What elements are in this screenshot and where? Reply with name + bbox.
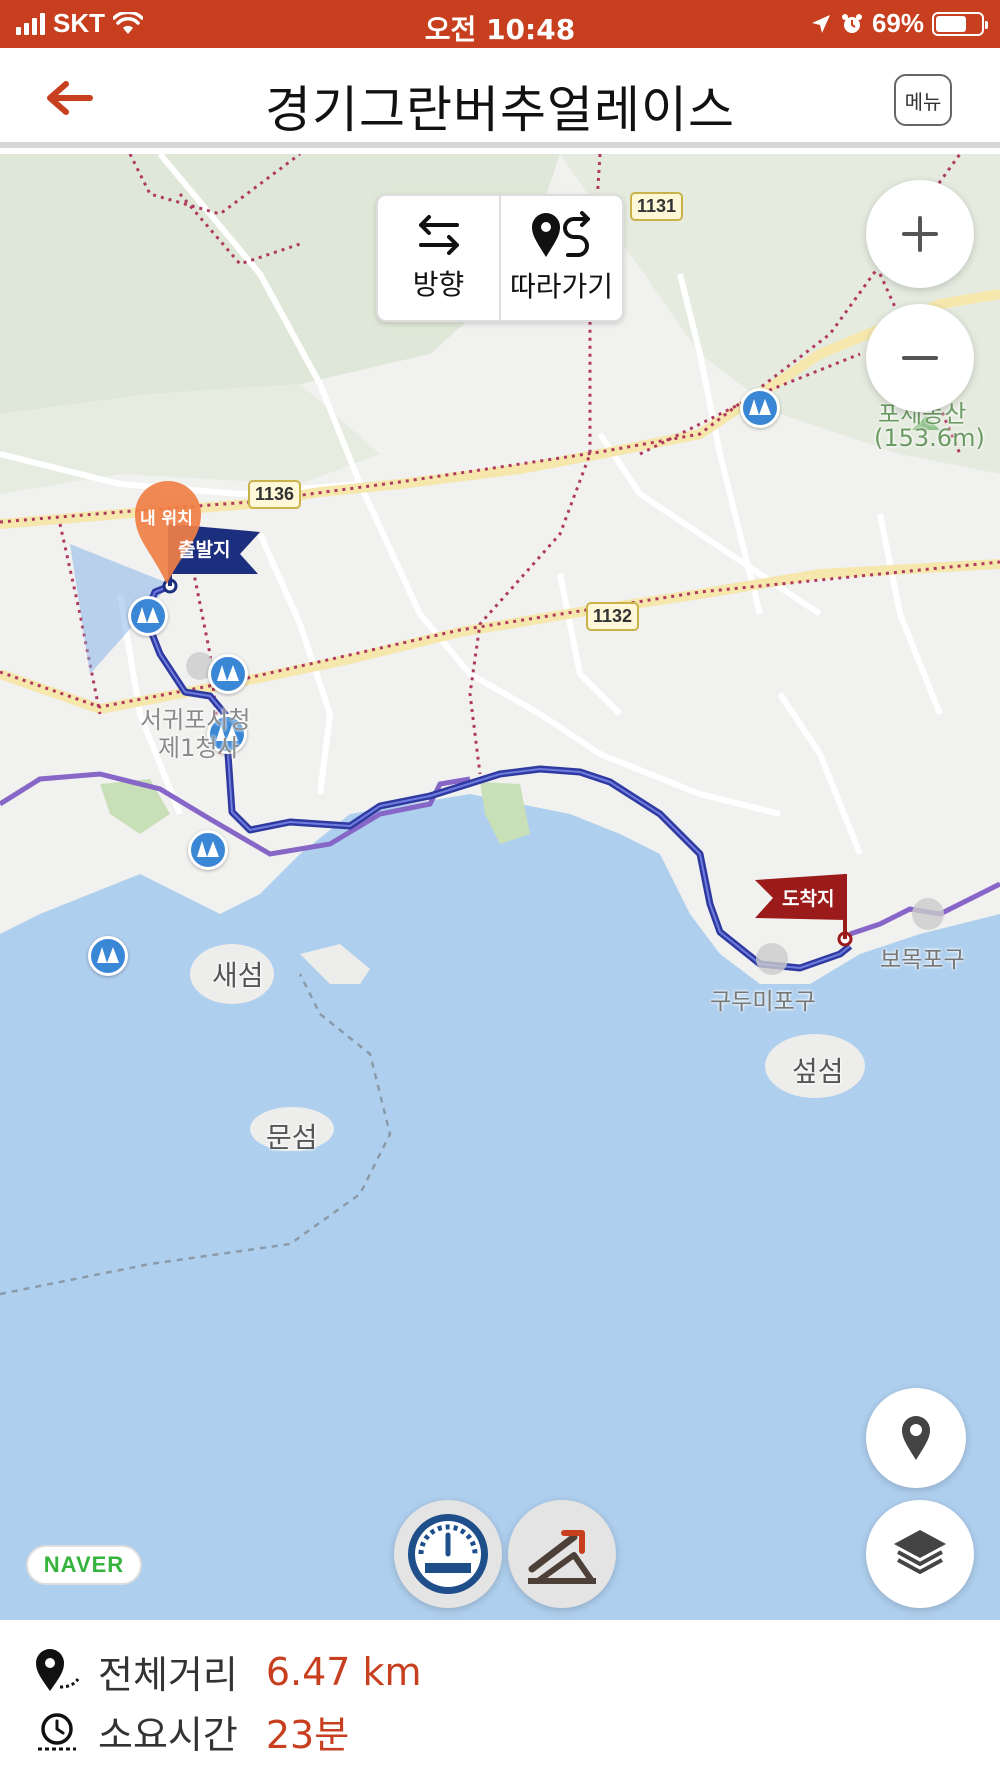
my-location-label: 내 위치 xyxy=(140,509,193,529)
battery-fill xyxy=(936,15,967,32)
layers-button[interactable] xyxy=(866,1500,974,1608)
distance-label: 전체거리 xyxy=(98,1653,238,1697)
map-base xyxy=(0,154,1000,1620)
direction-panel: 방향 따라가기 xyxy=(376,194,624,322)
bomok-port-label: 보목포구 xyxy=(880,947,965,973)
map-view[interactable]: 1131 1136 1132 포제동산 (153.6m) 서귀포시청 제1청사 … xyxy=(0,154,1000,1620)
page-title: 경기그란버추얼레이스 xyxy=(265,81,735,139)
seopseom-label: 섶섬 xyxy=(792,1055,844,1088)
naver-logo: NAVER xyxy=(26,1545,142,1585)
trail-poi-icon[interactable] xyxy=(188,830,228,870)
follow-button[interactable]: 따라가기 xyxy=(499,196,622,320)
trail-poi-icon[interactable] xyxy=(128,596,168,636)
time-value: 23분 xyxy=(265,1713,350,1757)
direction-button[interactable]: 방향 xyxy=(378,196,499,320)
munseom-label: 문섬 xyxy=(266,1121,318,1154)
start-flag-label: 출발지 xyxy=(178,539,231,561)
minus-icon xyxy=(902,356,938,360)
layers-icon xyxy=(894,1530,946,1574)
trail-poi-icon[interactable] xyxy=(88,936,128,976)
plus-icon xyxy=(902,216,938,252)
road-sign-1131: 1131 xyxy=(630,192,684,221)
location-arrow-icon xyxy=(811,14,830,33)
follow-route-icon xyxy=(531,211,590,257)
status-right: 69% xyxy=(810,8,988,39)
trail-poi-icon[interactable] xyxy=(740,388,780,428)
direction-label: 방향 xyxy=(412,268,465,301)
time-row: 소요시간 23분 xyxy=(34,1704,349,1759)
clock-pin-icon xyxy=(38,1712,76,1750)
elevation-icon xyxy=(528,1530,596,1584)
zoom-out-button[interactable] xyxy=(866,304,974,412)
route-info-panel: 전체거리 6.47 km 소요시간 23분 xyxy=(0,1620,1000,1778)
saeseom-label: 새섬 xyxy=(212,959,264,992)
speed-gauge-button[interactable] xyxy=(394,1500,502,1608)
sea xyxy=(0,794,1000,1620)
status-bar: SKT 오전 10:48 69% xyxy=(0,0,1000,48)
battery-icon xyxy=(932,11,988,36)
route-distance-icon xyxy=(36,1648,80,1691)
time-label: 소요시간 xyxy=(98,1713,238,1757)
zoom-in-button[interactable] xyxy=(866,180,974,288)
distance-value: 6.47 km xyxy=(265,1649,422,1694)
road-sign-1136: 1136 xyxy=(248,480,302,509)
follow-label: 따라가기 xyxy=(509,270,614,303)
mountain-height-label: (153.6m) xyxy=(874,424,985,452)
road-sign-1132: 1132 xyxy=(586,602,640,631)
city-hall-label-2: 제1청사 xyxy=(158,734,240,762)
locate-me-button[interactable] xyxy=(866,1388,966,1488)
trail-poi-icon[interactable] xyxy=(208,654,248,694)
location-pin-icon xyxy=(902,1416,930,1460)
speedometer-icon xyxy=(408,1514,488,1594)
menu-button[interactable]: 메뉴 xyxy=(894,74,952,126)
distance-row: 전체거리 6.47 km xyxy=(34,1644,422,1699)
battery-percent: 69% xyxy=(871,8,924,38)
alarm-icon xyxy=(841,13,862,33)
swap-direction-icon xyxy=(418,215,459,255)
gudumi-port-label: 구두미포구 xyxy=(710,989,816,1015)
app-header: 경기그란버추얼레이스 메뉴 xyxy=(0,48,1000,148)
end-flag-label: 도착지 xyxy=(782,888,835,910)
elevation-button[interactable] xyxy=(508,1500,616,1608)
